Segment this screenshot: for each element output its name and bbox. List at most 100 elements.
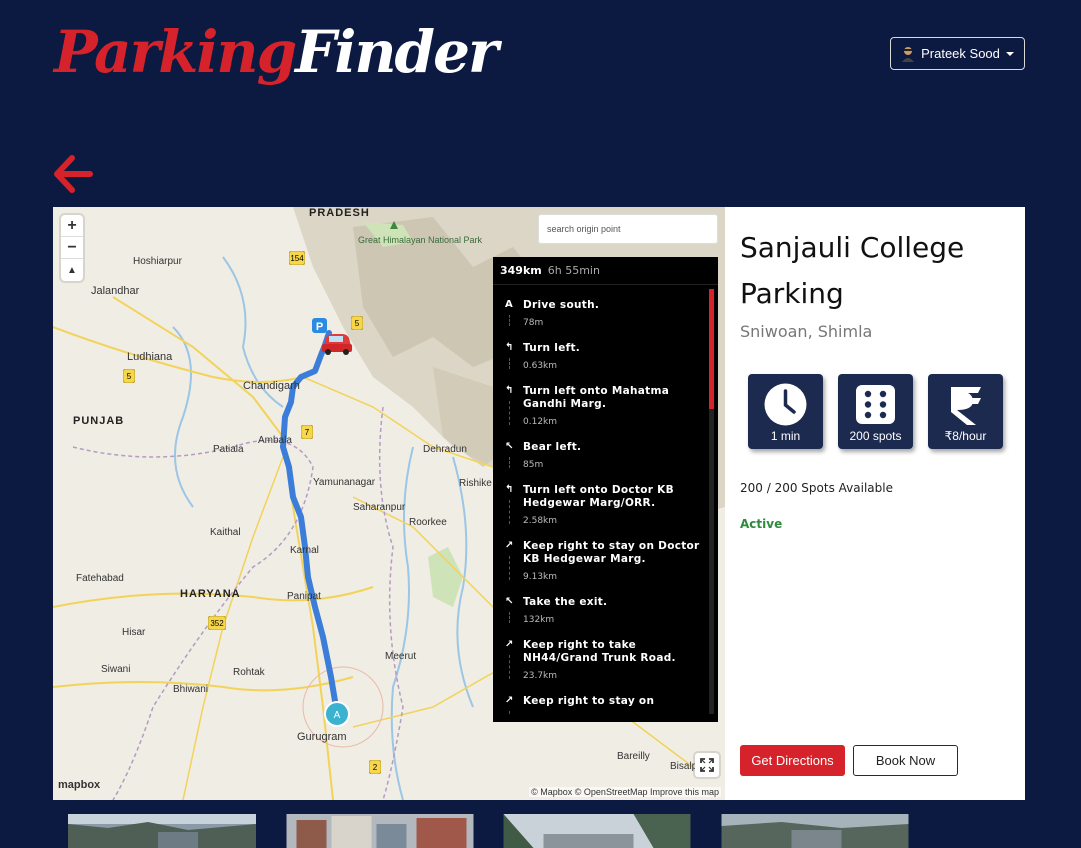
road-badge-icon: 2 bbox=[369, 760, 381, 774]
map-label: Roorkee bbox=[409, 517, 447, 528]
map-label: Karnal bbox=[290, 545, 319, 556]
directions-panel: 349km 6h 55min A Drive south. 78m ↰ Turn… bbox=[493, 257, 718, 722]
road-badge-icon: 154 bbox=[289, 251, 305, 265]
clock-icon bbox=[764, 383, 807, 426]
scrollbar-thumb[interactable] bbox=[709, 289, 714, 409]
direction-step[interactable]: ↗ Keep right to stay on bbox=[493, 685, 708, 714]
direction-step-distance: 2.58km bbox=[523, 516, 558, 526]
svg-text:2: 2 bbox=[373, 763, 378, 772]
svg-text:A: A bbox=[334, 710, 341, 721]
gallery-image[interactable] bbox=[68, 814, 256, 848]
map-label: Ludhiana bbox=[127, 351, 173, 363]
direction-step[interactable]: ↖ Bear left. 85m bbox=[493, 431, 708, 474]
direction-step-text: Turn left onto Mahatma Gandhi Marg. bbox=[523, 385, 670, 410]
gallery-image[interactable] bbox=[286, 814, 474, 848]
stat-spots-label: 200 spots bbox=[849, 429, 902, 443]
directions-scrollbar[interactable] bbox=[709, 289, 714, 714]
svg-text:5: 5 bbox=[355, 319, 360, 328]
map-label: Ambala bbox=[258, 435, 292, 446]
map-label: Rohtak bbox=[233, 667, 265, 678]
direction-step-distance: 0.12km bbox=[523, 417, 558, 427]
direction-step[interactable]: ↰ Turn left. 0.63km bbox=[493, 332, 708, 375]
user-avatar-icon bbox=[902, 46, 915, 62]
map-label: Great Himalayan National Park bbox=[358, 235, 483, 245]
svg-text:352: 352 bbox=[210, 619, 224, 628]
direction-step-distance: 0.63km bbox=[523, 361, 558, 371]
turn-left-icon: ↰ bbox=[505, 342, 514, 353]
zoom-out-button[interactable]: − bbox=[61, 237, 83, 259]
origin-search-input[interactable] bbox=[538, 214, 718, 244]
direction-step-text: Keep right to take NH44/Grand Trunk Road… bbox=[523, 639, 676, 664]
bear-left-icon: ↖ bbox=[505, 441, 514, 452]
map-label: Meerut bbox=[385, 651, 417, 662]
map-label: Yamunanagar bbox=[313, 477, 376, 488]
parking-marker-icon[interactable]: P bbox=[312, 318, 352, 356]
gallery-image[interactable] bbox=[503, 814, 691, 848]
status-badge: Active bbox=[740, 517, 783, 531]
parking-location: Sniwoan, Shimla bbox=[740, 322, 873, 341]
road-badge-icon: 352 bbox=[208, 616, 226, 630]
book-now-button[interactable]: Book Now bbox=[853, 745, 958, 776]
stat-price-label: ₹8/hour bbox=[944, 429, 987, 443]
direction-step-distance: 23.7km bbox=[523, 671, 558, 681]
logo-part-parking: Parking bbox=[54, 18, 297, 86]
map-label: Hisar bbox=[122, 627, 146, 638]
map-label: Gurugram bbox=[297, 731, 347, 743]
get-directions-button[interactable]: Get Directions bbox=[740, 745, 845, 776]
parking-detail-panel: Sanjauli College Parking Sniwoan, Shimla… bbox=[725, 207, 1025, 800]
map-label: Patiala bbox=[213, 444, 244, 455]
map-label: Siwani bbox=[101, 664, 131, 675]
road-badge-icon: 5 bbox=[351, 316, 363, 330]
map-label: PUNJAB bbox=[73, 415, 125, 427]
zoom-in-button[interactable]: + bbox=[61, 215, 83, 237]
map-label: HARYANA bbox=[180, 588, 241, 600]
keep-right-icon: ↗ bbox=[505, 695, 514, 706]
map-label: Dehradun bbox=[423, 444, 467, 455]
zoom-controls: + − ▲ bbox=[61, 215, 83, 281]
direction-step[interactable]: A Drive south. 78m bbox=[493, 289, 708, 332]
spots-grid-icon bbox=[856, 385, 895, 424]
gallery-image[interactable] bbox=[721, 814, 909, 848]
fullscreen-button[interactable] bbox=[695, 753, 719, 777]
logo-part-finder: Finder bbox=[295, 18, 498, 86]
map-label: Rishike bbox=[459, 478, 492, 489]
map-label: Hoshiarpur bbox=[133, 256, 182, 267]
compass-button[interactable]: ▲ bbox=[61, 259, 83, 281]
direction-step[interactable]: ↖ Take the exit. 132km bbox=[493, 586, 708, 629]
exit-left-icon: ↖ bbox=[505, 596, 514, 607]
map-label: Kaithal bbox=[210, 527, 241, 538]
user-name: Prateek Sood bbox=[921, 46, 1000, 61]
user-menu-button[interactable]: Prateek Sood bbox=[890, 37, 1025, 70]
direction-step-distance: 9.13km bbox=[523, 572, 558, 582]
directions-summary: 349km 6h 55min bbox=[493, 257, 718, 285]
direction-step-text: Bear left. bbox=[523, 441, 582, 453]
route-duration: 6h 55min bbox=[547, 264, 600, 277]
svg-text:P: P bbox=[316, 321, 323, 333]
keep-right-icon: ↗ bbox=[505, 540, 514, 551]
direction-step[interactable]: ↰ Turn left onto Doctor KB Hedgewar Marg… bbox=[493, 474, 708, 530]
logo[interactable]: ParkingFinder bbox=[54, 18, 499, 108]
map-attribution[interactable]: © Mapbox © OpenStreetMap Improve this ma… bbox=[529, 787, 721, 797]
direction-step-text: Turn left. bbox=[523, 342, 581, 354]
rupee-icon bbox=[951, 387, 981, 425]
start-icon: A bbox=[505, 299, 513, 310]
directions-list[interactable]: A Drive south. 78m ↰ Turn left. 0.63km ↰… bbox=[493, 289, 708, 714]
route-map[interactable]: PRADESH Great Himalayan National Park Ho… bbox=[53, 207, 725, 800]
direction-step[interactable]: ↰ Turn left onto Mahatma Gandhi Marg. 0.… bbox=[493, 375, 708, 431]
back-arrow-icon[interactable] bbox=[52, 154, 94, 194]
svg-text:154: 154 bbox=[290, 254, 304, 263]
direction-step[interactable]: ↗ Keep right to take NH44/Grand Trunk Ro… bbox=[493, 629, 708, 685]
map-label: PRADESH bbox=[309, 207, 370, 219]
direction-step-text: Keep right to stay on Doctor KB Hedgewar… bbox=[523, 540, 700, 565]
parking-name: Sanjauli College Parking bbox=[740, 231, 965, 310]
direction-step-distance: 78m bbox=[523, 318, 544, 328]
route-distance: 349km bbox=[500, 264, 542, 277]
start-marker-icon[interactable]: A bbox=[323, 700, 351, 728]
map-label: Chandigarh bbox=[243, 380, 300, 392]
stat-time-card: 1 min bbox=[748, 374, 823, 449]
direction-step-text: Keep right to stay on bbox=[523, 695, 655, 707]
mapbox-logo[interactable]: mapbox bbox=[58, 779, 100, 791]
direction-step[interactable]: ↗ Keep right to stay on Doctor KB Hedgew… bbox=[493, 530, 708, 586]
map-label: Saharanpur bbox=[353, 502, 406, 513]
road-badge-icon: 7 bbox=[301, 425, 313, 439]
